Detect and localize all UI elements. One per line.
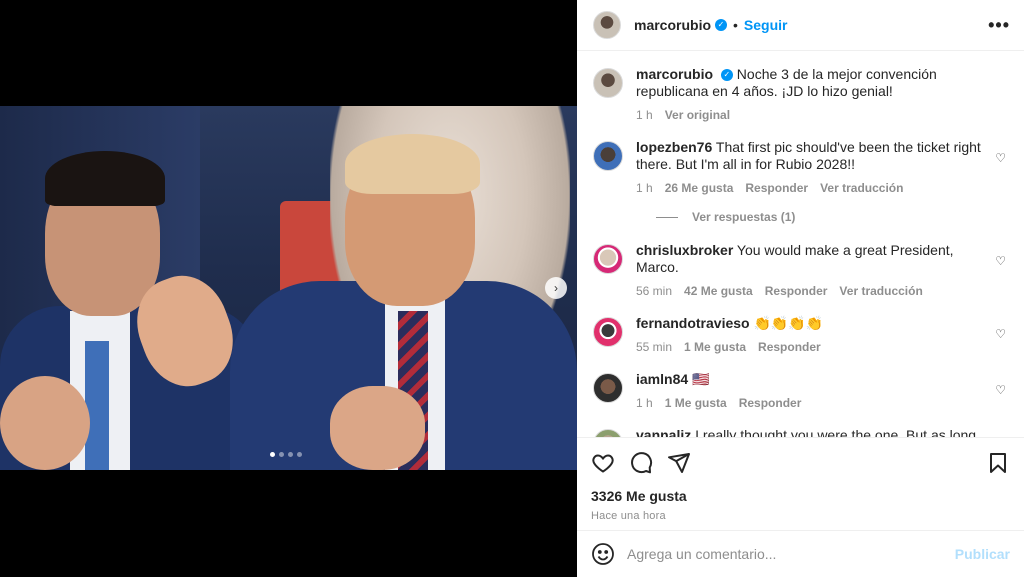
- comment-input[interactable]: [627, 546, 955, 562]
- comment-username[interactable]: lopezben76: [636, 139, 712, 155]
- follow-button[interactable]: Seguir: [744, 17, 788, 33]
- comment-username[interactable]: vannaliz: [636, 427, 691, 437]
- comment-likes[interactable]: 1 Me gusta: [665, 395, 727, 412]
- caption-time: 1 h: [636, 108, 653, 122]
- avatar[interactable]: [593, 141, 623, 171]
- avatar[interactable]: [593, 11, 621, 39]
- share-icon[interactable]: [667, 451, 691, 475]
- avatar[interactable]: [593, 68, 623, 98]
- separator-dot: •: [733, 17, 738, 33]
- comment-likes[interactable]: 26 Me gusta: [665, 180, 734, 197]
- emoji-icon[interactable]: [591, 542, 615, 566]
- carousel-dot: [279, 452, 284, 457]
- comment-likes[interactable]: 1 Me gusta: [684, 339, 746, 356]
- comment-item: vannaliz I really thought you were the o…: [593, 427, 1008, 437]
- comment-icon[interactable]: [629, 451, 653, 475]
- reply-button[interactable]: Responder: [765, 283, 828, 300]
- heart-icon[interactable]: [591, 451, 615, 475]
- avatar[interactable]: [593, 317, 623, 347]
- avatar[interactable]: [593, 373, 623, 403]
- view-replies-button[interactable]: Ver respuestas (1): [656, 210, 1008, 224]
- carousel-indicator: [270, 452, 302, 457]
- translate-link[interactable]: Ver traducción: [820, 180, 903, 197]
- comment-username[interactable]: fernandotravieso: [636, 315, 750, 331]
- carousel-dot: [288, 452, 293, 457]
- post-side-panel: marcorubio ✓ • Seguir ••• marcorubio ✓ N…: [577, 0, 1024, 577]
- more-options-icon[interactable]: •••: [988, 15, 1010, 36]
- verified-badge-icon: ✓: [715, 19, 728, 31]
- verified-badge-icon: ✓: [720, 69, 733, 82]
- post-header: marcorubio ✓ • Seguir •••: [577, 0, 1024, 51]
- post-actions: 3326 Me gusta Hace una hora: [577, 437, 1024, 530]
- comment-time: 1 h: [636, 181, 653, 195]
- like-comment-heart-icon[interactable]: ♡: [995, 151, 1006, 165]
- comment-time: 56 min: [636, 284, 673, 298]
- translate-link[interactable]: Ver traducción: [839, 283, 922, 300]
- like-comment-heart-icon[interactable]: ♡: [995, 383, 1006, 397]
- carousel-dot: [270, 452, 275, 457]
- replies-line: [656, 216, 678, 218]
- see-original-link[interactable]: Ver original: [665, 107, 730, 124]
- bookmark-icon[interactable]: [986, 451, 1010, 475]
- post-photo[interactable]: [0, 106, 577, 470]
- comment-item: fernandotravieso 👏👏👏👏 55 min 1 Me gusta …: [593, 315, 1008, 356]
- avatar[interactable]: [593, 244, 623, 274]
- next-image-button[interactable]: ›: [545, 277, 567, 299]
- likes-count[interactable]: 3326 Me gusta: [591, 488, 1010, 504]
- author-username[interactable]: marcorubio: [634, 17, 711, 33]
- view-replies-label: Ver respuestas (1): [692, 210, 796, 224]
- chevron-right-icon: ›: [554, 281, 558, 295]
- caption: marcorubio ✓ Noche 3 de la mejor convenc…: [593, 66, 1008, 124]
- comments-list[interactable]: marcorubio ✓ Noche 3 de la mejor convenc…: [577, 52, 1024, 437]
- comment-composer: Publicar: [577, 530, 1024, 577]
- caption-username[interactable]: marcorubio: [636, 66, 713, 82]
- comment-text: 🇺🇸: [692, 371, 710, 387]
- avatar[interactable]: [593, 429, 623, 437]
- reply-button[interactable]: Responder: [745, 180, 808, 197]
- comment-item: lopezben76 That first pic should've been…: [593, 139, 1008, 197]
- comment-item: chrisluxbroker You would make a great Pr…: [593, 242, 1008, 300]
- like-comment-heart-icon[interactable]: ♡: [995, 327, 1006, 341]
- like-comment-heart-icon[interactable]: ♡: [995, 254, 1006, 268]
- comment-text: 👏👏👏👏: [753, 315, 824, 331]
- reply-button[interactable]: Responder: [758, 339, 821, 356]
- comment-time: 55 min: [636, 340, 673, 354]
- post-media: ›: [0, 0, 577, 577]
- carousel-dot: [297, 452, 302, 457]
- comment-item: iamln84 🇺🇸 1 h 1 Me gusta Responder ♡: [593, 371, 1008, 412]
- comment-username[interactable]: chrisluxbroker: [636, 242, 733, 258]
- reply-button[interactable]: Responder: [739, 395, 802, 412]
- publish-button[interactable]: Publicar: [955, 546, 1010, 562]
- post-timestamp: Hace una hora: [591, 510, 666, 522]
- comment-username[interactable]: iamln84: [636, 371, 688, 387]
- comment-likes[interactable]: 42 Me gusta: [684, 283, 753, 300]
- comment-time: 1 h: [636, 396, 653, 410]
